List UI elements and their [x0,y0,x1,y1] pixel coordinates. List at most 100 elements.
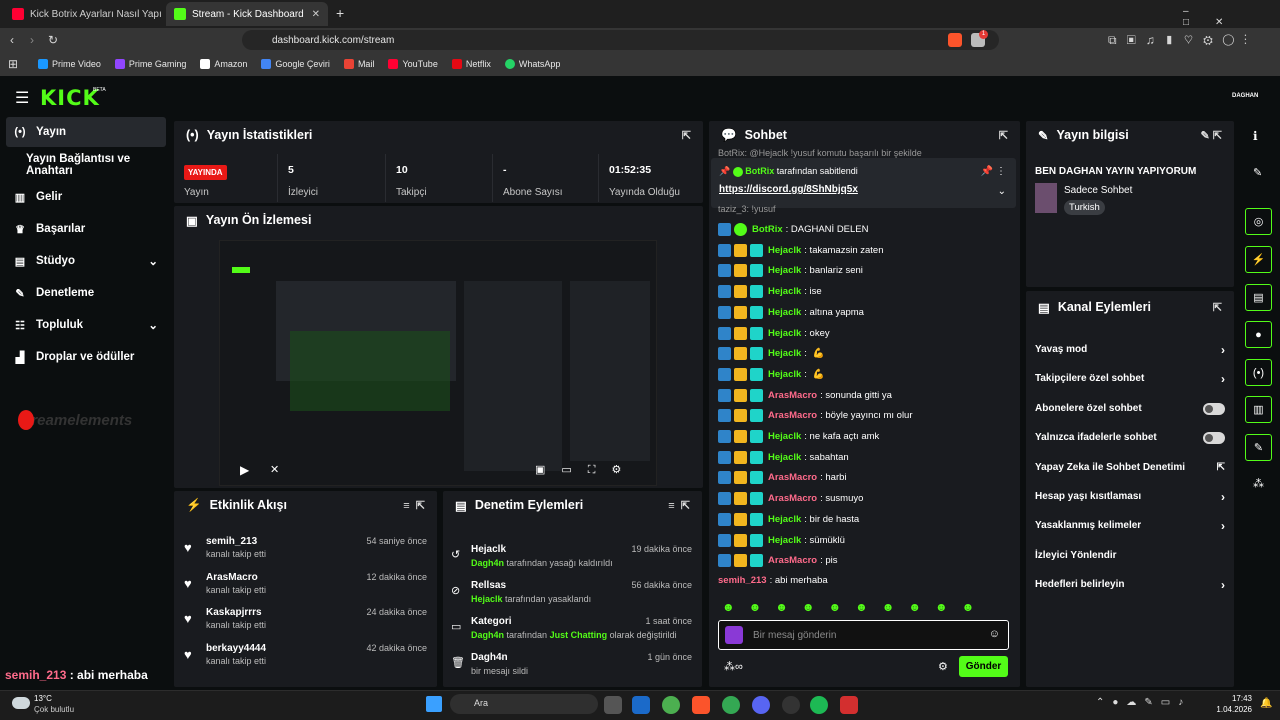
channel-action-item[interactable]: Yavaş mod › [1035,335,1225,364]
bookmark-youtube[interactable]: YouTube [388,59,438,69]
new-tab-button[interactable]: + [336,5,344,21]
nav-item-topluluk[interactable]: ☷ Topluluk ⌄ [6,310,166,340]
toggle-switch[interactable] [1203,402,1225,415]
bookmark-amazon[interactable]: Amazon [200,59,247,69]
moderation-item[interactable]: ↺ Hejaclk Dagh4n tarafından yasağı kaldırı… [443,540,700,576]
taskbar-search[interactable]: Ara [450,694,598,714]
browser-tab-youtube[interactable]: Kick Botrix Ayarları Nasıl Yapılır? Taki… [4,2,162,26]
nav-item-droplar[interactable]: ▟ Droplar ve ödüller [6,342,166,372]
pinned-message[interactable]: 📌 BotRix tarafından sabitlendi https://d… [711,158,1016,208]
channel-action-item[interactable]: İzleyici Yönlendir [1035,541,1225,570]
channel-action-item[interactable]: Hedefleri belirleyin › [1035,570,1225,599]
chat-username[interactable]: Hejaclk [768,245,801,256]
address-bar[interactable]: dashboard.kick.com/stream [242,30,999,50]
moderation-item[interactable]: ▭ Kategori Dagh4n tarafından Just Chatting… [443,612,700,648]
user-menu[interactable]: DAGHAN [1232,93,1258,99]
stream-preview-video[interactable]: ▶ ✕ ▣▭⛶⚙ [219,240,657,486]
activity-item[interactable]: ♥ berkayy4444 kanalı takip etti 42 dakika ö… [174,637,437,672]
channel-action-item[interactable]: Hesap yaşı kısıtlaması › [1035,482,1225,511]
rail-button-chat[interactable]: ● [1245,321,1272,348]
rail-button-document[interactable]: ▤ [1245,284,1272,311]
nav-item-studyo[interactable]: ▤ Stüdyo ⌄ [6,246,166,276]
chat-username[interactable]: Hejaclk [768,535,801,546]
chat-username[interactable]: Hejaclk [768,452,801,463]
chat-username[interactable]: BotRix [752,224,783,235]
points-icon[interactable]: ⁂∞ [724,660,743,673]
spotify-icon[interactable] [810,696,828,714]
edit-icon[interactable]: ✎ ⇱ [1201,129,1223,142]
moderation-item[interactable]: 🗑 Dagh4n bir mesajı sildi 1 gün önce [443,648,700,684]
reload-icon[interactable]: ↻ [48,28,58,52]
channel-action-item[interactable]: Takipçilere özel sohbet › [1035,364,1225,393]
chat-username[interactable]: Hejaclk [768,307,801,318]
rail-button-broadcast[interactable]: (•) [1245,359,1272,386]
file-explorer-icon[interactable] [604,696,622,714]
back-icon[interactable]: ‹ [10,28,14,52]
rail-button-camera[interactable]: ◎ [1245,208,1272,235]
chat-username[interactable]: Hejaclk [768,514,801,525]
channel-action-item[interactable]: Abonelere özel sohbet [1035,394,1225,423]
chat-input[interactable]: Bir mesaj gönderin ☺ [718,620,1009,650]
browser-tab-kick[interactable]: Stream - Kick Dashboard ✕ [166,2,328,26]
chevron-down-icon[interactable]: ⌄ [998,186,1006,197]
window-controls[interactable]: –□✕ [1183,6,1280,28]
toggle-switch[interactable] [1203,431,1225,444]
hamburger-menu-icon[interactable]: ☰ [15,88,29,108]
mute-icon[interactable]: ✕ [270,463,279,476]
channel-action-item[interactable]: Yalnızca ifadelerle sohbet [1035,423,1225,452]
bookmark-whatsapp[interactable]: WhatsApp [504,59,560,69]
steam-icon[interactable] [632,696,650,714]
chat-username[interactable]: ArasMacro [768,493,817,504]
activity-item[interactable]: ♥ Kaskapjrrrs kanalı takip etti 24 dakika ö… [174,601,437,636]
channel-action-item[interactable]: Yapay Zeka ile Sohbet Denetimi ⇱ [1035,453,1225,482]
nav-item-yayin[interactable]: (•) Yayın [6,117,166,147]
activity-item[interactable]: ♥ ArasMacro kanalı takip etti 12 dakika önc… [174,566,437,601]
github-icon[interactable] [782,696,800,714]
chat-username[interactable]: Hejaclk [768,328,801,339]
player-controls[interactable]: ▣▭⛶⚙ [535,463,637,477]
emoji-icon[interactable]: ☺ [989,628,1000,640]
chat-username[interactable]: Hejaclk [768,265,801,276]
activity-item[interactable]: ♥ semih_213 kanalı takip etti 54 saniye önc… [174,530,437,565]
chat-username[interactable]: Hejaclk [768,286,801,297]
channel-action-item[interactable]: Yasaklanmış kelimeler › [1035,511,1225,540]
chat-username[interactable]: ArasMacro [768,555,817,566]
filter-icon[interactable]: ≡ ⇱ [403,499,425,512]
popout-icon[interactable]: ⇱ [1213,301,1222,314]
more-icon[interactable]: 📌 ⋮ [981,166,1006,177]
brave-icon[interactable] [692,696,710,714]
bookmark-google-translate[interactable]: Google Çeviri [261,59,330,69]
forward-icon[interactable]: › [30,28,34,52]
apps-grid-icon[interactable]: ⊞ [8,52,18,76]
kick-logo[interactable]: KICK [40,86,100,110]
points-icon[interactable]: ⁂ [1253,477,1264,490]
notification-icon[interactable]: 🔔 [1260,698,1272,709]
popout-icon[interactable]: ⇱ [682,129,691,142]
edit-icon[interactable]: ✎ [1253,166,1262,179]
nav-item-basarilar[interactable]: ♛ Başarılar [6,214,166,244]
filter-icon[interactable]: ≡ ⇱ [668,499,690,512]
rail-button-actions[interactable]: ▥ [1245,396,1272,423]
chat-username[interactable]: Hejaclk [768,431,801,442]
play-icon[interactable]: ▶ [240,463,249,477]
system-tray-icons[interactable]: ⌃●☁✎▭♪ [1096,697,1191,708]
bookmark-prime-gaming[interactable]: Prime Gaming [114,59,186,69]
pinned-link[interactable]: https://discord.gg/8ShNbjq5x [719,184,858,195]
extension-icons[interactable]: ⧉▣♫▮♡⚙◯⋮ [1108,28,1257,52]
chat-username[interactable]: ArasMacro [768,390,817,401]
bookmark-prime-video[interactable]: Prime Video [38,59,101,69]
moderation-item[interactable]: ⊘ Rellsas Hejaclk tarafından yasaklandı 56 … [443,576,700,612]
settings-icon[interactable]: ⚙ [938,660,948,673]
popout-icon[interactable]: ⇱ [999,129,1008,142]
bookmark-netflix[interactable]: Netflix [451,59,491,69]
chrome-icon[interactable] [662,696,680,714]
nav-item-denetleme[interactable]: ✎ Denetleme [6,278,166,308]
chat-username[interactable]: Hejaclk [768,369,801,380]
close-tab-icon[interactable]: ✕ [312,9,320,20]
chat-username[interactable]: ArasMacro [768,410,817,421]
chrome-canary-icon[interactable] [722,696,740,714]
nav-item-stream-key[interactable]: Yayın Bağlantısı ve Anahtarı [6,150,174,180]
bookmark-mail[interactable]: Mail [343,59,374,69]
windows-start-icon[interactable] [426,696,442,712]
send-button[interactable]: Gönder [959,656,1008,677]
